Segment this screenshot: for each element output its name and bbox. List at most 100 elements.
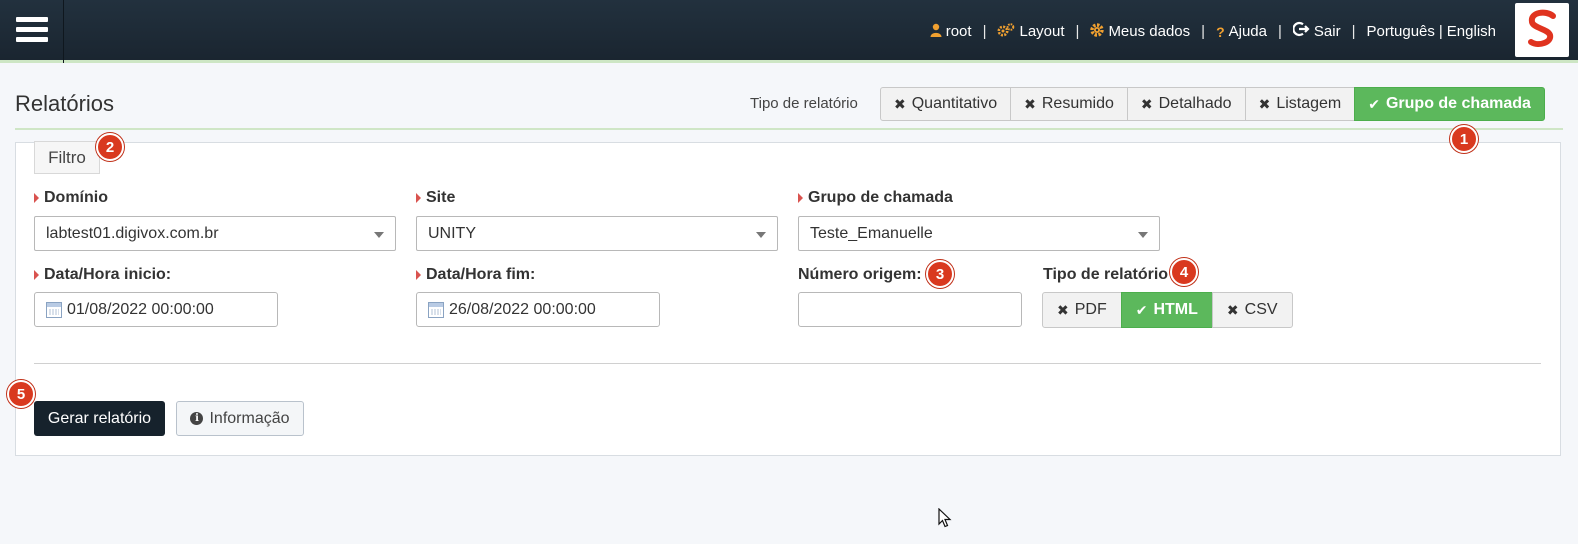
report-type-label-text: Resumido: [1041, 95, 1114, 112]
output-csv-button[interactable]: ✖ CSV: [1211, 292, 1293, 328]
close-icon: ✖: [1226, 301, 1239, 318]
separator: |: [1351, 23, 1356, 40]
end-date-label: Data/Hora fim:: [416, 266, 535, 284]
calendar-icon[interactable]: [428, 301, 444, 318]
required-marker: [34, 270, 39, 280]
report-type-label-text: Grupo de chamada: [1385, 95, 1531, 112]
close-icon: ✖: [1258, 95, 1271, 112]
output-pdf-button[interactable]: ✖ PDF: [1042, 292, 1122, 328]
end-date-input[interactable]: 26/08/2022 00:00:00: [416, 292, 660, 327]
form-divider: [34, 363, 1541, 364]
gear-icon: [1090, 23, 1105, 40]
output-html-button[interactable]: ✔ HTML: [1120, 292, 1213, 328]
help-link[interactable]: ? Ajuda: [1216, 23, 1267, 40]
report-type-listagem[interactable]: ✖ Listagem: [1244, 87, 1356, 121]
annotation-badge: 4: [1170, 258, 1198, 286]
report-type-label-text: Detalhado: [1158, 95, 1232, 112]
output-type-label: Tipo de relatório: [1043, 266, 1169, 283]
output-pdf-label: PDF: [1074, 301, 1107, 318]
output-csv-label: CSV: [1244, 301, 1278, 318]
end-date-label-text: Data/Hora fim:: [426, 266, 536, 283]
close-icon: ✖: [1057, 301, 1069, 318]
site-select[interactable]: UNITY: [416, 216, 778, 251]
sign-out-icon: [1292, 21, 1310, 42]
separator: |: [1278, 23, 1282, 40]
end-date-value: 26/08/2022 00:00:00: [449, 300, 596, 318]
top-bar: root | Layout | Meus dados | ? Ajuda | S…: [0, 0, 1578, 63]
user-link[interactable]: root: [930, 23, 972, 40]
close-icon: ✖: [894, 95, 906, 112]
call-group-label: Grupo de chamada: [798, 189, 953, 207]
annotation-badge: 3: [926, 260, 954, 288]
close-icon: ✖: [1140, 95, 1153, 112]
report-type-group: ✖ Quantitativo ✖ Resumido ✖ Detalhado ✖ List…: [880, 87, 1545, 121]
annotation-badge: 1: [1450, 125, 1478, 153]
brand-logo: [1515, 3, 1569, 57]
required-marker: [798, 193, 803, 203]
report-type-resumido[interactable]: ✖ Resumido: [1010, 87, 1128, 121]
origin-number-input[interactable]: [798, 292, 1022, 327]
user-name: root: [945, 23, 972, 40]
layout-link[interactable]: Layout: [997, 23, 1065, 40]
check-icon: ✔: [1368, 95, 1380, 112]
calendar-icon[interactable]: [46, 301, 62, 318]
required-marker: [416, 193, 421, 203]
filter-tab[interactable]: Filtro: [34, 141, 100, 174]
close-icon: ✖: [1024, 95, 1036, 112]
report-type-detalhado[interactable]: ✖ Detalhado: [1126, 87, 1246, 121]
caret-down-icon: [756, 232, 766, 238]
gears-icon: [997, 23, 1015, 40]
report-type-label: Tipo de relatório: [750, 95, 858, 112]
annotation-badge: 2: [96, 133, 124, 161]
lang-portuguese[interactable]: Português: [1367, 23, 1435, 40]
menu-icon[interactable]: [0, 0, 64, 63]
domain-select[interactable]: labtest01.digivox.com.br: [34, 216, 396, 251]
report-type-quantitativo[interactable]: ✖ Quantitativo: [880, 87, 1012, 121]
page-title: Relatórios: [15, 91, 115, 116]
check-icon: ✔: [1135, 301, 1148, 318]
caret-down-icon: [1138, 232, 1148, 238]
origin-number-label: Número origem:: [798, 266, 922, 283]
help-label: Ajuda: [1228, 23, 1267, 40]
annotation-badge: 5: [7, 380, 35, 408]
info-icon: i: [190, 412, 204, 425]
start-date-value: 01/08/2022 00:00:00: [67, 300, 214, 318]
site-value: UNITY: [428, 224, 476, 242]
logout-label: Sair: [1313, 23, 1341, 40]
my-data-label: Meus dados: [1108, 23, 1191, 40]
required-marker: [416, 270, 421, 280]
output-html-label: HTML: [1153, 301, 1198, 318]
top-nav: root | Layout | Meus dados | ? Ajuda | S…: [930, 0, 1496, 63]
report-type-label-text: Quantitativo: [911, 95, 998, 112]
lang-english[interactable]: English: [1447, 23, 1496, 40]
site-label: Site: [416, 189, 455, 207]
start-date-label-text: Data/Hora inicio:: [44, 266, 172, 283]
separator: |: [982, 23, 987, 40]
call-group-value: Teste_Emanuelle: [810, 224, 933, 242]
report-type-label-text: Listagem: [1276, 95, 1342, 112]
lang-divider: |: [1438, 23, 1443, 40]
start-date-label: Data/Hora inicio:: [34, 266, 171, 284]
information-button[interactable]: i Informação: [176, 401, 304, 436]
domain-label: Domínio: [34, 189, 108, 207]
report-type-grupo-de-chamada[interactable]: ✔ Grupo de chamada: [1354, 87, 1545, 121]
start-date-input[interactable]: 01/08/2022 00:00:00: [34, 292, 278, 327]
layout-label: Layout: [1019, 23, 1065, 40]
output-type-group: ✖ PDF ✔ HTML ✖ CSV: [1042, 292, 1293, 328]
user-icon: [930, 23, 942, 40]
my-data-link[interactable]: Meus dados: [1090, 23, 1190, 40]
caret-down-icon: [374, 232, 384, 238]
call-group-select[interactable]: Teste_Emanuelle: [798, 216, 1160, 251]
domain-label-text: Domínio: [44, 189, 108, 206]
generate-report-button[interactable]: Gerar relatório: [34, 401, 165, 436]
mouse-cursor-icon: [938, 508, 952, 528]
logout-link[interactable]: Sair: [1292, 21, 1341, 42]
information-label: Informação: [209, 409, 290, 427]
separator: |: [1075, 23, 1080, 40]
separator: |: [1201, 23, 1206, 40]
call-group-label-text: Grupo de chamada: [808, 189, 953, 206]
header-divider: [15, 128, 1563, 130]
question-icon: ?: [1216, 23, 1225, 40]
required-marker: [34, 193, 39, 203]
site-label-text: Site: [426, 189, 456, 206]
